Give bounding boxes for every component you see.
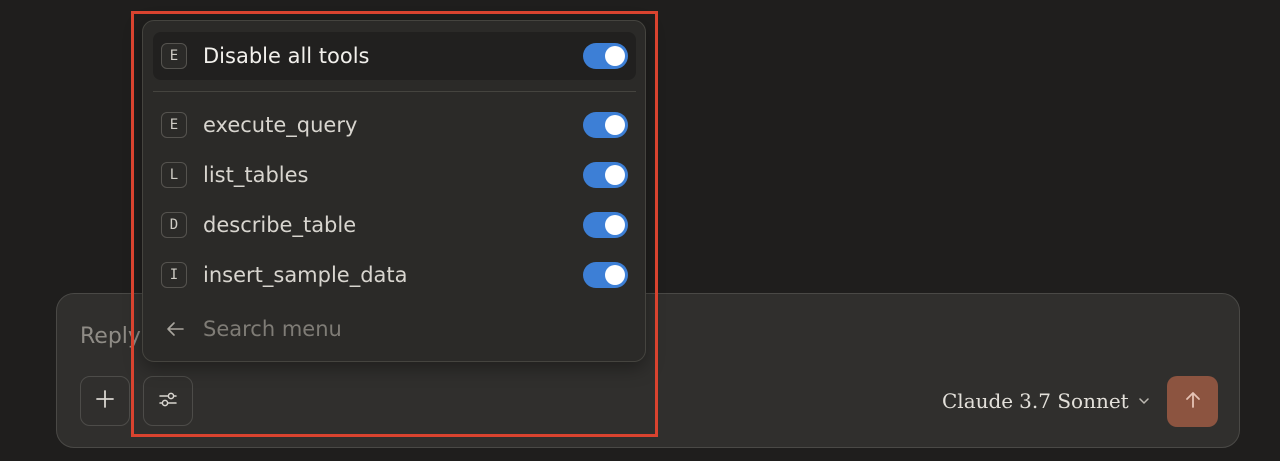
- disable-all-toggle[interactable]: [583, 43, 628, 69]
- tool-toggle[interactable]: [583, 112, 628, 138]
- tool-row-execute-query[interactable]: E execute_query: [153, 101, 636, 149]
- tool-toggle[interactable]: [583, 162, 628, 188]
- tool-letter-badge: E: [158, 43, 187, 71]
- app-stage: Reply to Claude... Claude 3.7 Sonnet: [0, 0, 1280, 461]
- tool-toggle[interactable]: [583, 262, 628, 288]
- menu-divider: [153, 91, 636, 92]
- disable-all-tools-label: Disable all tools: [203, 44, 370, 68]
- tool-row-describe-table[interactable]: D describe_table: [153, 201, 636, 249]
- tools-menu: E Disable all tools E execute_query L li…: [142, 20, 646, 362]
- tool-letter-badge: E: [161, 112, 187, 138]
- model-version: 3.7 Sonnet: [1019, 389, 1129, 413]
- tool-letter-badge: I: [161, 262, 187, 288]
- disable-all-tools-row[interactable]: E Disable all tools: [153, 32, 636, 80]
- tool-toggle[interactable]: [583, 212, 628, 238]
- add-button[interactable]: [80, 376, 130, 426]
- tool-label: list_tables: [203, 163, 309, 187]
- model-name: Claude: [942, 389, 1014, 413]
- search-menu-input[interactable]: [203, 317, 583, 341]
- arrow-left-icon[interactable]: [163, 317, 187, 341]
- toggle-knob: [605, 165, 625, 185]
- toggle-knob: [605, 115, 625, 135]
- menu-search-row: [153, 305, 636, 353]
- chevron-down-icon: [1137, 394, 1151, 408]
- send-button[interactable]: [1167, 376, 1218, 427]
- tool-label: describe_table: [203, 213, 357, 237]
- toggle-knob: [605, 46, 625, 66]
- tool-label: execute_query: [203, 113, 358, 137]
- arrow-up-icon: [1182, 389, 1204, 415]
- plus-icon: [95, 389, 115, 413]
- toggle-knob: [605, 265, 625, 285]
- toggle-knob: [605, 215, 625, 235]
- tools-button[interactable]: [143, 376, 193, 426]
- tool-label: insert_sample_data: [203, 263, 408, 287]
- model-selector[interactable]: Claude 3.7 Sonnet: [942, 389, 1151, 413]
- tool-row-list-tables[interactable]: L list_tables: [153, 151, 636, 199]
- tool-row-insert-sample-data[interactable]: I insert_sample_data: [153, 251, 636, 299]
- tool-letter-badge: D: [161, 212, 187, 238]
- tool-letter-badge: L: [161, 162, 187, 188]
- sliders-icon: [157, 388, 179, 414]
